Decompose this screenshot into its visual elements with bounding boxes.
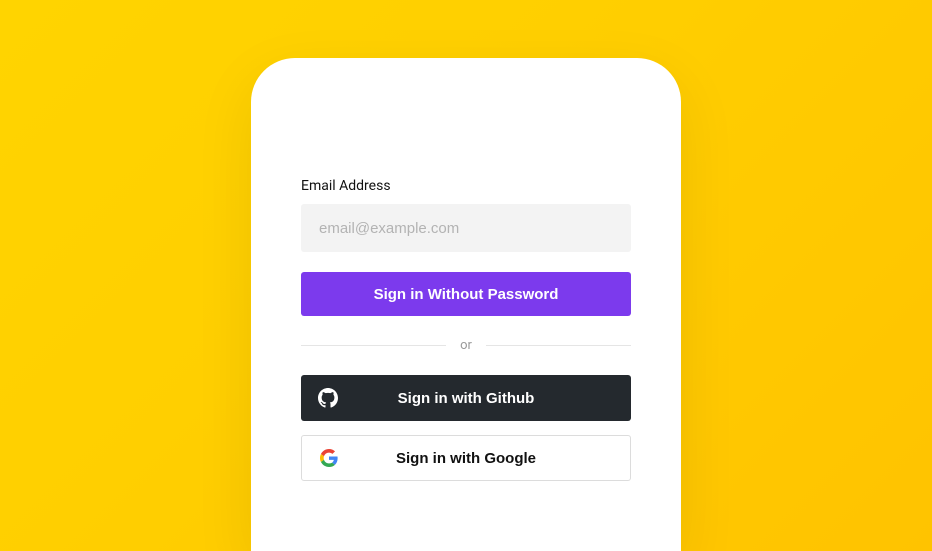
google-button-label: Sign in with Google xyxy=(356,450,630,467)
google-icon xyxy=(302,449,356,467)
divider: or xyxy=(301,338,631,353)
signin-card: Email Address Sign in Without Password o… xyxy=(251,58,681,551)
github-button-label: Sign in with Github xyxy=(355,390,631,407)
signin-google-button[interactable]: Sign in with Google xyxy=(301,435,631,481)
divider-line xyxy=(486,345,631,346)
signin-github-button[interactable]: Sign in with Github xyxy=(301,375,631,421)
email-label: Email Address xyxy=(301,178,631,194)
signin-passwordless-button[interactable]: Sign in Without Password xyxy=(301,272,631,316)
divider-text: or xyxy=(446,338,486,353)
email-input[interactable] xyxy=(301,204,631,252)
github-icon xyxy=(301,388,355,408)
divider-line xyxy=(301,345,446,346)
